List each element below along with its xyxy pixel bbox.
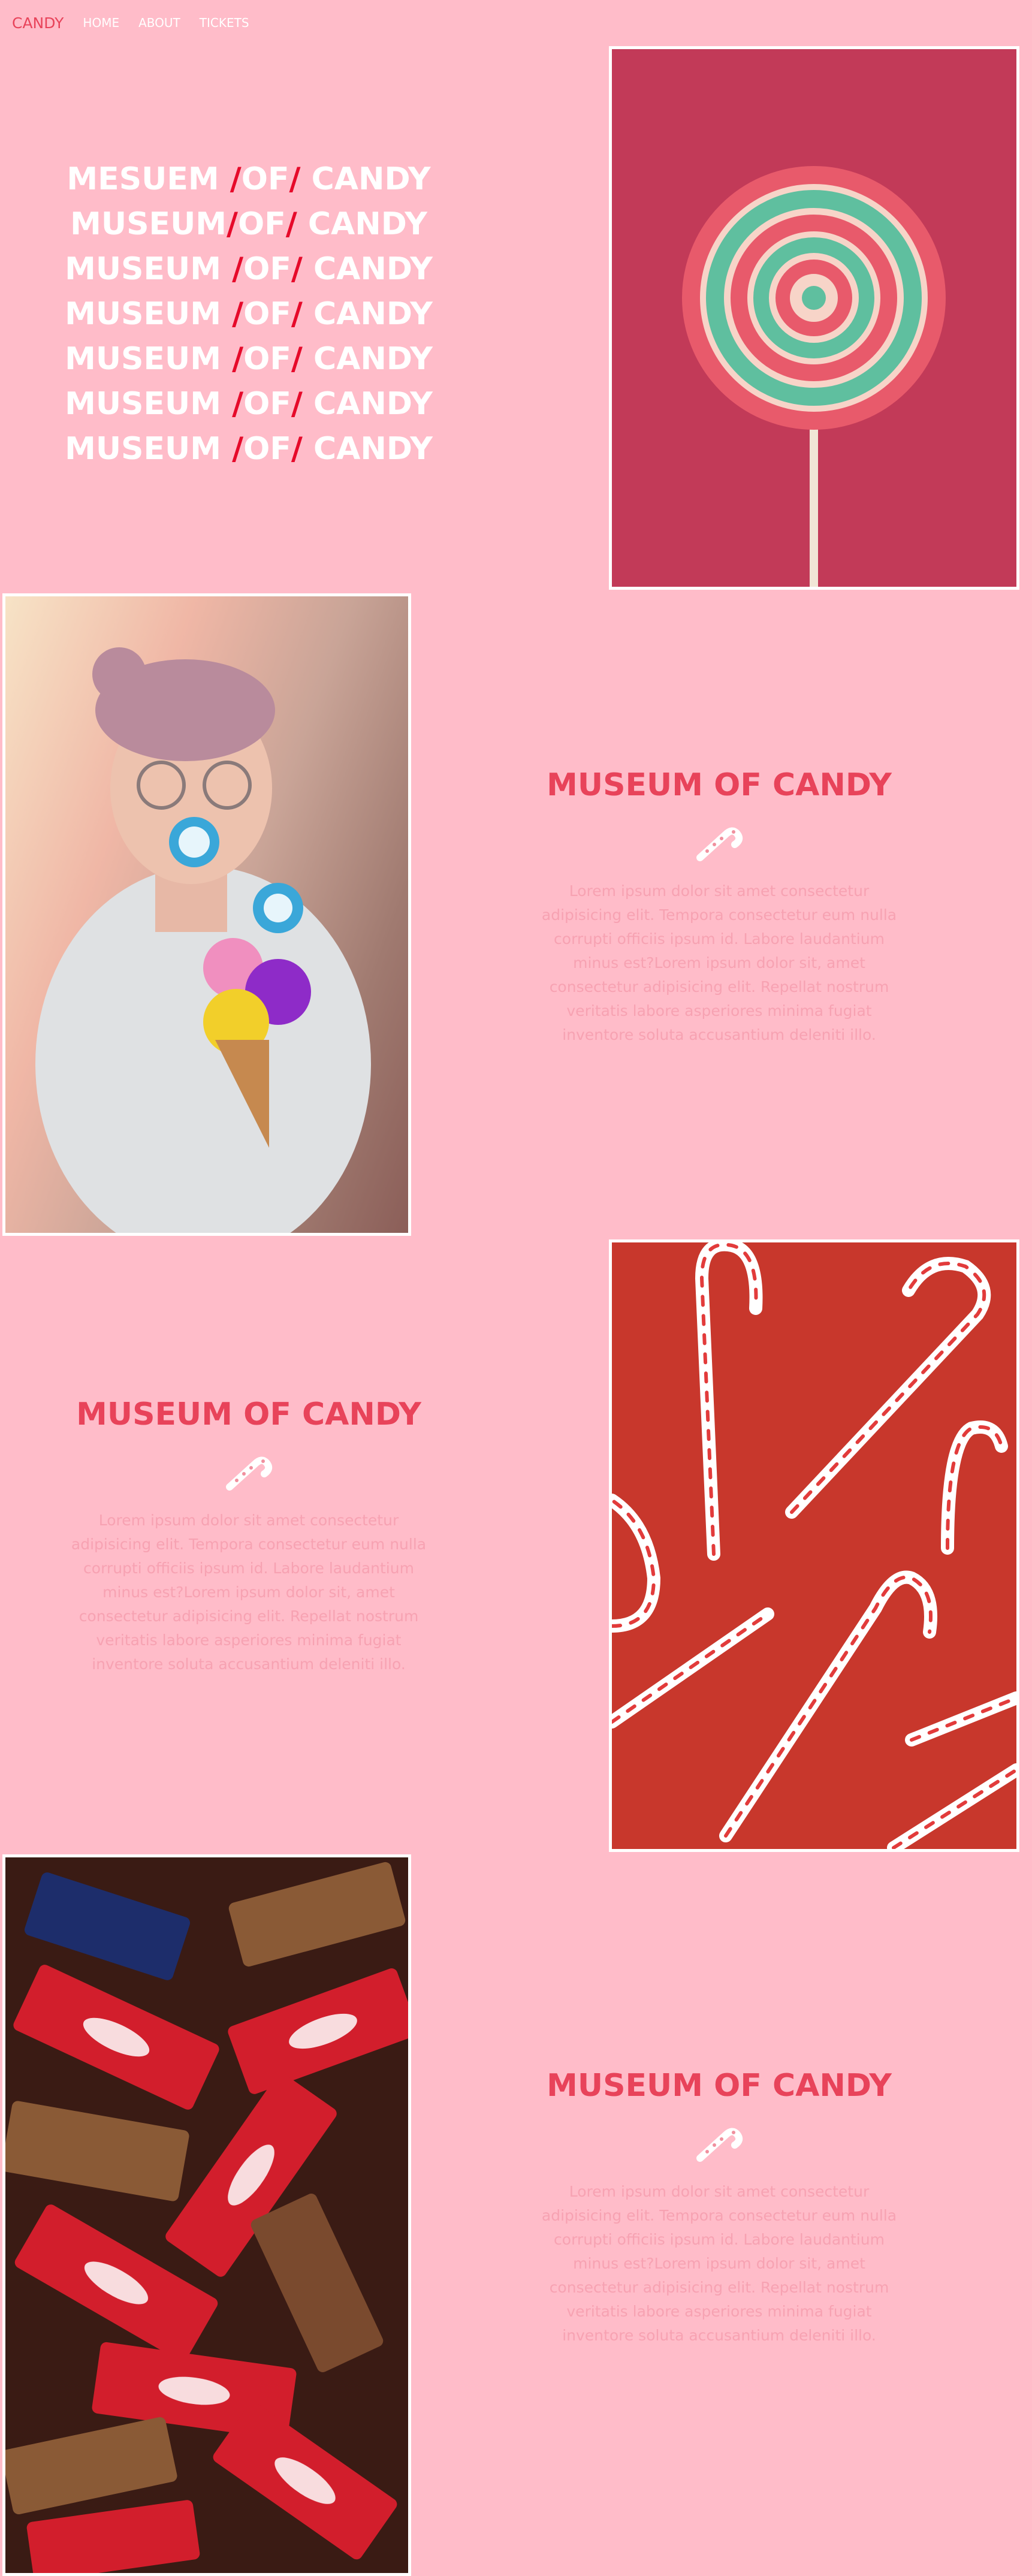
hero-word: MUSEUM (70, 206, 227, 242)
hero-word: MUSEUM (65, 296, 233, 332)
hero-slash: / (291, 341, 303, 377)
hero-slash: / (227, 206, 239, 242)
top-nav: CANDY HOME ABOUT TICKETS (0, 0, 1032, 46)
hero-line: MUSEUM /OF/ CANDY (42, 337, 455, 382)
section-title: MUSEUM OF CANDY (76, 1396, 421, 1432)
hero-line: MUSEUM/OF/ CANDY (42, 202, 455, 247)
nav-link-home[interactable]: HOME (83, 16, 119, 30)
candy-cane-icon (696, 827, 743, 861)
hero-word: OF (243, 296, 291, 332)
hero-title: MESUEM /OF/ CANDY MUSEUM/OF/ CANDY MUSEU… (42, 157, 455, 472)
hero-word: OF (243, 386, 291, 422)
brand-logo[interactable]: CANDY (12, 14, 64, 32)
chocolate-bars-photo (2, 1854, 411, 2576)
section-title: MUSEUM OF CANDY (547, 2068, 892, 2104)
hero-slash: / (291, 251, 303, 287)
hero-slash: / (291, 296, 303, 332)
hero-word: OF (238, 206, 286, 242)
hero-word: OF (243, 341, 291, 377)
hero-word: CANDY (300, 161, 431, 197)
hero-word: MUSEUM (65, 341, 233, 377)
chocolate-illustration (5, 1857, 408, 2573)
hero-word: CANDY (302, 386, 433, 422)
hero-slash: / (291, 431, 303, 467)
hero-slash: / (289, 161, 301, 197)
hero-slash: / (232, 341, 244, 377)
hero-word: OF (243, 431, 291, 467)
content-section: MUSEUM OF CANDY Lorem ipsum dolor sit am… (69, 1393, 429, 1676)
hero-line: MUSEUM /OF/ CANDY (42, 427, 455, 472)
nav-link-about[interactable]: ABOUT (138, 16, 180, 30)
hero-word: OF (243, 251, 291, 287)
hero-slash: / (230, 161, 242, 197)
hero-line: MUSEUM /OF/ CANDY (42, 382, 455, 427)
hero-word: MUSEUM (65, 251, 233, 287)
girl-with-lollipops-photo (2, 593, 411, 1236)
candy-canes-illustration (612, 1242, 1016, 1849)
hero-word: CANDY (302, 251, 433, 287)
candy-canes-photo (609, 1239, 1019, 1852)
hero-slash: / (285, 206, 297, 242)
girl-illustration (35, 647, 371, 1233)
content-section: MUSEUM OF CANDY Lorem ipsum dolor sit am… (533, 2065, 905, 2348)
candy-cane-icon (696, 2128, 743, 2162)
nav-link-tickets[interactable]: TICKETS (200, 16, 249, 30)
hero-word: CANDY (297, 206, 427, 242)
hero-line: MUSEUM /OF/ CANDY (42, 247, 455, 292)
hero-slash: / (232, 296, 244, 332)
hero-word: MESUEM (67, 161, 230, 197)
hero-word: CANDY (302, 341, 433, 377)
section-body: Lorem ipsum dolor sit amet consectetur a… (541, 882, 897, 1043)
hero-word: MUSEUM (65, 386, 233, 422)
hero-word: OF (241, 161, 289, 197)
lollipop-photo (609, 46, 1019, 590)
hero-word: CANDY (302, 431, 433, 467)
hero-slash: / (291, 386, 303, 422)
candy-cane-icon (226, 1456, 273, 1491)
lollipop-illustration (612, 49, 1016, 587)
hero-slash: / (232, 386, 244, 422)
hero-slash: / (232, 431, 244, 467)
hero-line: MESUEM /OF/ CANDY (42, 157, 455, 202)
hero-word: MUSEUM (65, 431, 233, 467)
section-body: Lorem ipsum dolor sit amet consectetur a… (541, 2183, 897, 2344)
section-body: Lorem ipsum dolor sit amet consectetur a… (71, 1512, 427, 1673)
section-title: MUSEUM OF CANDY (547, 767, 892, 803)
hero-slash: / (232, 251, 244, 287)
hero-word: CANDY (302, 296, 433, 332)
content-section: MUSEUM OF CANDY Lorem ipsum dolor sit am… (533, 764, 905, 1047)
hero-line: MUSEUM /OF/ CANDY (42, 292, 455, 337)
